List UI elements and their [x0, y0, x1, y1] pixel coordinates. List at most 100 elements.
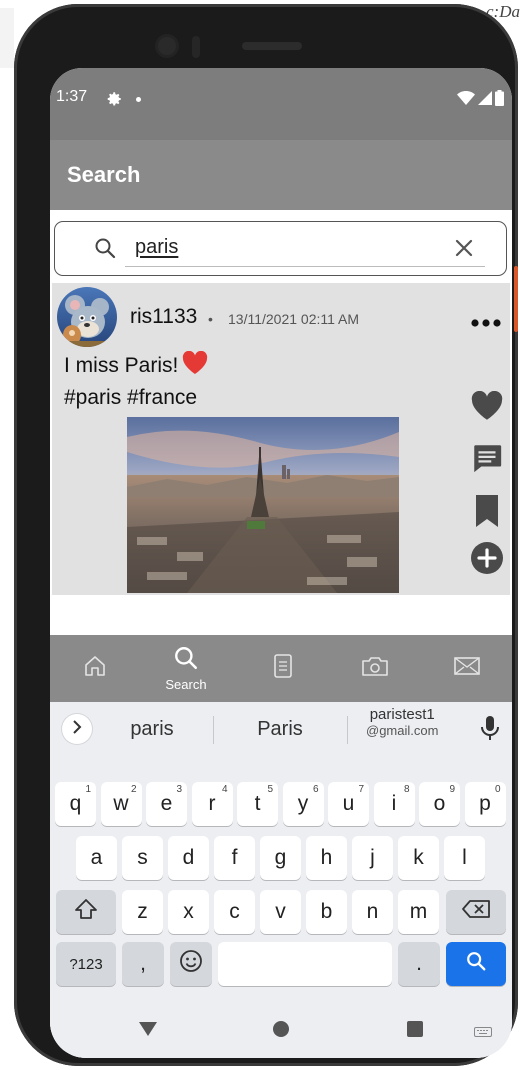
key-w[interactable]: w2	[100, 782, 142, 826]
suggestion-bar: paris Paris paristest1 @gmail.com	[50, 702, 512, 758]
key-t[interactable]: t5	[237, 782, 278, 826]
key-number-hint: 9	[449, 784, 455, 795]
key-v[interactable]: v	[260, 890, 301, 934]
space-key[interactable]	[218, 942, 392, 986]
keyboard-switch-icon[interactable]	[474, 1024, 492, 1042]
heart-icon[interactable]	[470, 390, 504, 426]
system-nav-bar	[50, 1000, 512, 1058]
nav-notes[interactable]	[270, 635, 296, 702]
key-letter: e	[160, 792, 173, 815]
comment-icon[interactable]	[470, 441, 504, 480]
key-x[interactable]: x	[168, 890, 209, 934]
post-separator: •	[208, 311, 213, 327]
status-bar: 1:37	[50, 68, 512, 140]
key-m[interactable]: m	[398, 890, 439, 934]
key-s[interactable]: s	[122, 836, 163, 880]
avatar[interactable]	[57, 287, 117, 347]
key-a[interactable]: a	[76, 836, 117, 880]
app-bar: Search	[50, 140, 512, 210]
key-c[interactable]: c	[214, 890, 255, 934]
key-letter: r	[208, 792, 216, 815]
camera-icon	[361, 655, 389, 682]
key-number-hint: 6	[312, 784, 319, 795]
add-circle-icon[interactable]	[470, 541, 504, 580]
shift-icon	[74, 898, 98, 926]
search-field[interactable]: paris	[54, 221, 507, 276]
email-suggestion-domain: @gmail.com	[366, 723, 439, 738]
suggestion-divider	[213, 716, 214, 744]
key-h[interactable]: h	[306, 836, 347, 880]
key-g[interactable]: g	[260, 836, 301, 880]
microphone-icon[interactable]	[480, 714, 500, 747]
key-letter: t	[254, 792, 261, 815]
key-e[interactable]: e3	[146, 782, 187, 826]
key-number-hint: 7	[358, 784, 364, 795]
key-q[interactable]: q1	[55, 782, 96, 826]
key-letter: w	[113, 792, 129, 815]
key-k[interactable]: k	[398, 836, 439, 880]
keyboard: paris Paris paristest1 @gmail.com q1w2e3…	[50, 702, 512, 1058]
nav-search-label: Search	[165, 677, 207, 692]
status-icons	[457, 90, 504, 111]
key-n[interactable]: n	[352, 890, 393, 934]
key-b[interactable]: b	[306, 890, 347, 934]
notes-icon	[273, 653, 293, 684]
key-l[interactable]: l	[444, 836, 485, 880]
key-number-hint: 1	[85, 784, 91, 795]
search-underline	[125, 266, 485, 267]
expand-suggestions-button[interactable]	[62, 714, 92, 744]
proximity-sensor	[192, 36, 200, 58]
search-key[interactable]	[446, 942, 506, 986]
suggestion-item[interactable]: paris	[122, 718, 182, 741]
key-r[interactable]: r4	[191, 782, 233, 826]
email-suggestion[interactable]: paristest1 @gmail.com	[366, 706, 438, 738]
shift-key[interactable]	[56, 890, 116, 934]
key-z[interactable]: z	[122, 890, 163, 934]
power-button	[514, 266, 518, 332]
comma-key[interactable]: ,	[122, 942, 164, 986]
signal-icon	[478, 91, 492, 110]
key-f[interactable]: f	[214, 836, 255, 880]
key-d[interactable]: d	[168, 836, 209, 880]
background-artifact	[0, 8, 14, 68]
post-card: ris1133 • 13/11/2021 02:11 AM I miss Par…	[52, 283, 510, 595]
symbols-key[interactable]: ?123	[56, 942, 116, 986]
phone-frame: 1:37 Search paris ris1133 • 13/11/2021 0…	[14, 4, 518, 1066]
search-icon	[93, 236, 117, 265]
key-j[interactable]: j	[352, 836, 393, 880]
emoji-key[interactable]	[170, 942, 212, 986]
post-caption: I miss Paris! #paris #france	[64, 350, 208, 412]
key-u[interactable]: u7	[328, 782, 369, 826]
key-letter: i	[391, 792, 397, 815]
suggestion-item[interactable]: Paris	[245, 718, 315, 741]
backspace-key[interactable]	[446, 890, 506, 934]
bottom-nav: Search	[50, 635, 512, 702]
period-key[interactable]: .	[398, 942, 440, 986]
nav-search[interactable]: Search	[156, 635, 216, 702]
key-i[interactable]: i8	[373, 782, 415, 826]
key-letter: y	[297, 792, 309, 815]
key-y[interactable]: y6	[282, 782, 324, 826]
key-o[interactable]: o9	[419, 782, 460, 826]
home-circle-icon[interactable]	[272, 1020, 290, 1043]
home-icon	[83, 654, 107, 683]
screen: 1:37 Search paris ris1133 • 13/11/2021 0…	[50, 68, 512, 1058]
post-timestamp: 13/11/2021 02:11 AM	[228, 311, 360, 327]
post-username[interactable]: ris1133	[130, 305, 197, 329]
chevron-right-icon	[71, 719, 83, 739]
wifi-icon	[457, 91, 475, 110]
nav-mail[interactable]	[452, 635, 482, 702]
search-input[interactable]: paris	[135, 236, 178, 259]
key-p[interactable]: p0	[464, 782, 506, 826]
bookmark-icon[interactable]	[474, 495, 500, 532]
backspace-icon	[461, 899, 491, 925]
nav-camera[interactable]	[360, 635, 390, 702]
search-icon	[465, 950, 487, 978]
back-icon[interactable]	[139, 1022, 157, 1041]
recents-icon[interactable]	[406, 1020, 424, 1043]
post-hashtags: #paris #france	[64, 386, 198, 409]
more-options-icon[interactable]	[470, 315, 502, 333]
nav-home[interactable]	[80, 635, 110, 702]
post-image[interactable]	[127, 417, 399, 593]
close-icon[interactable]	[453, 237, 475, 264]
